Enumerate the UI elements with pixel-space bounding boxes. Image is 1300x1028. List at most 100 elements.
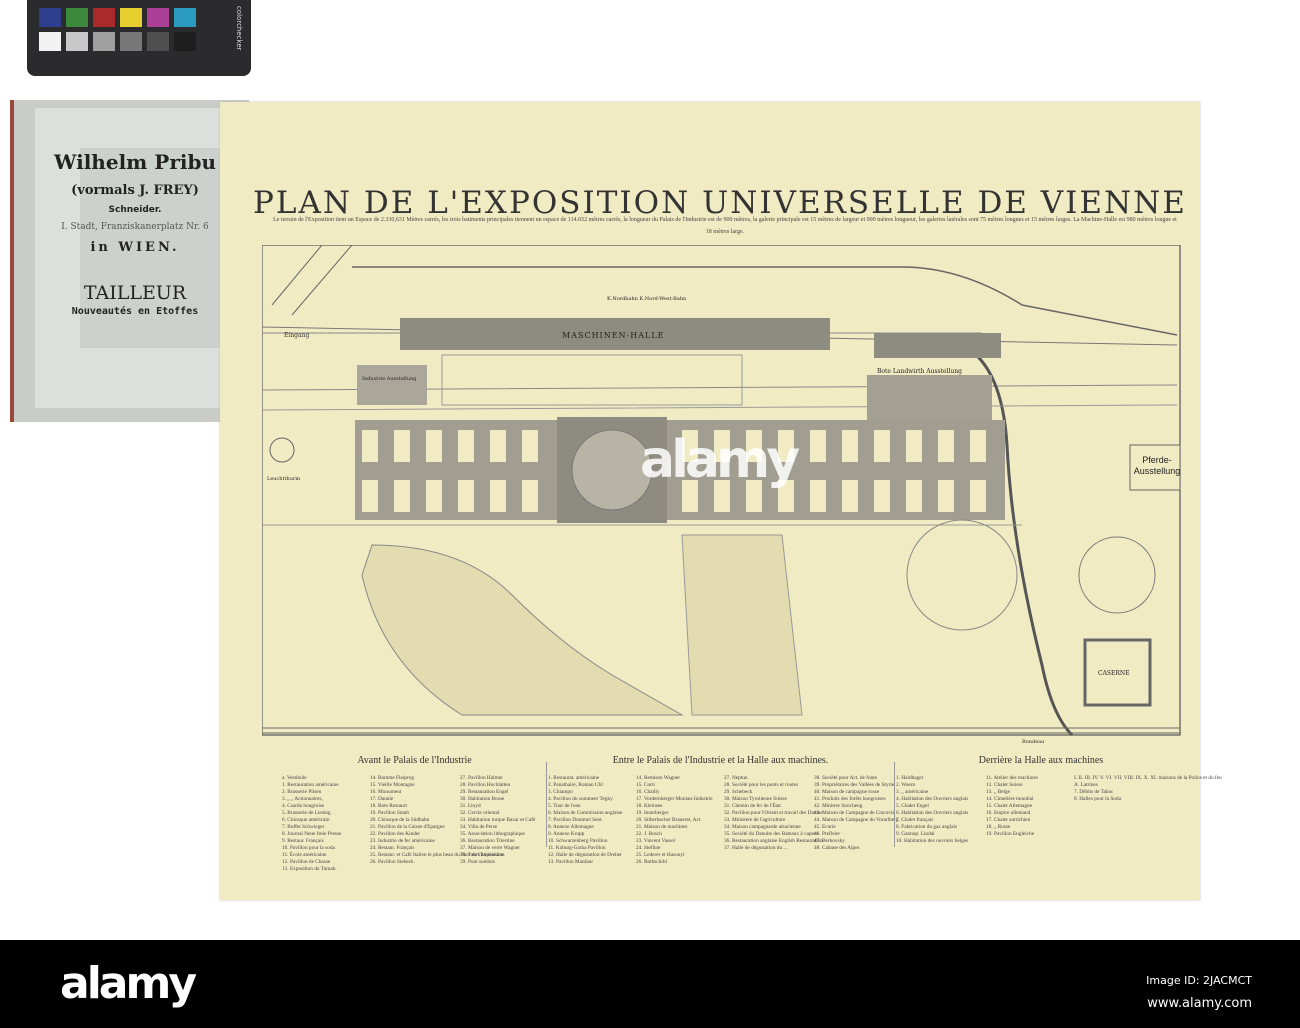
legend-divider [546,762,547,847]
legend-item: 9. Gannop. Lindal [896,831,935,837]
gallery-courtyard [458,430,474,462]
legend-item: 40. Maison de campagne russe [814,789,880,795]
legend-item: 26. Pavillon Siebeck. [370,859,416,865]
gallery-courtyard [906,480,922,512]
legend-item: 18. Bote Restaurt [370,803,407,809]
legend-item: 14. Cimetière mondial [986,796,1034,802]
legend-item: 9. Annexe Krupp [548,831,585,837]
legend-column: 14. Romme Fleiprog 15. Vieille Montagne 16… [370,775,505,866]
gallery-courtyard [458,480,474,512]
legend-item: 20. Chiosque de la Südbahn [370,817,430,823]
legend-item: 48. Cabane des Alpes [814,845,860,851]
label-industry-exhibition: Industrie Ausstellung [362,376,417,382]
legend-item: 29. Restauration Engel [460,789,509,795]
legend-item: 16. Empire allemand [986,810,1031,816]
book-trade: Schneider. [108,205,162,215]
industry-exhibition-hall [357,365,427,405]
legend-item: 5. Brasserie de Liesing [282,810,331,816]
legend-item: 15. Vieille Montagne [370,782,415,788]
legend-item: 10. Pavillon pour la soda [282,845,335,851]
legend-item: 10. Schwarzenberg Pavillon [548,838,608,844]
legend-item: 3. Chiampo [548,789,573,795]
legend-item: 37. Maison de verre Wagner [460,845,520,851]
gallery-courtyard [362,430,378,462]
legend-item: 9. Restaur. Français [282,838,324,844]
legend-item: 38. Tours américaine [460,852,505,858]
legend-item: 19. Innerberger [636,810,669,816]
legend-item: 21. Maison de machines [636,824,688,830]
gallery-courtyard [874,430,890,462]
legend-item: 25. Lederer et Hasonyi [636,852,685,858]
book-title: TAILLEUR [83,282,187,304]
legend-column: 1. Haidbager 2. Woern 3. „ américaine 4. Ha… [896,775,986,845]
exposition-plan: Eingang MASCHINEN-HALLE Bote Landwirth A… [262,245,1181,745]
legend-item: 11. Koburg-Gotha Pavillon [548,845,606,851]
legend-item: 7. Pavillon Dommel Sent. [548,817,603,823]
lighthouse-plot [269,437,295,463]
site-url: www.alamy.com [1147,996,1252,1011]
label-agriculture: Bote Landwirth Ausstellung [877,368,962,375]
legend-item: 1. Restauration américaine [282,782,339,788]
gallery-courtyard [394,430,410,462]
legend-divider [894,762,895,847]
gallery-courtyard [810,480,826,512]
legend-item: a. Vestibule [282,775,307,781]
color-swatch [174,32,196,51]
legend-item: 33. Ministère de l'agriculture [724,817,786,823]
legend-item: 17. Daunie [370,796,394,802]
color-swatch [93,8,115,27]
book-name: Wilhelm Pribu [54,150,216,174]
legend-column: I. II. III. IV. V. VI. VII. VIII. IX. X.… [1074,775,1222,803]
legend-item: 5. Tour de l'eau [548,803,581,809]
color-swatch [120,8,142,27]
legend-column: 1. Restaurat. américaine 2. Panathaire, R… [548,775,636,866]
legend-item: 33. Habitation turque Bazar et Café [460,817,536,823]
book-subtitle: Nouveautés en Etoffes [71,306,199,317]
legend-item: 34. Maison campagnarde alsacienne [724,824,801,830]
legend-item: 36. Restauration anglaise English Restau… [724,838,824,844]
legend-item: 23. Industrie de fer américaine [370,838,435,844]
color-swatch [147,32,169,51]
label-machine-hall: MASCHINEN-HALLE [562,331,664,340]
legend-item: 47. Berkovsky [814,838,845,844]
label-lighthouse: Leuchtthurm [267,476,300,482]
south-park [361,544,684,716]
gallery-courtyard [362,480,378,512]
legend-item: 4. Csarda hongroise [282,803,325,809]
legend-item: 37. Halle de dégustation du ... [724,845,788,851]
legend-item: 3. „ „ Actionnaires, [282,796,323,802]
legend-item: 45. Ecurie [814,824,836,830]
legend-item: 29. Schebeck [724,789,753,795]
gallery-courtyard [426,480,442,512]
legend-item: 22. Pavillon des Kinder [370,831,421,837]
legend-item: 3. „ américaine [896,789,929,795]
railway-line-nw [271,245,353,316]
legend-item: 16. Chailly [636,789,660,795]
legend-item: 2. Brasserie Pilsen [282,789,322,795]
legend-item: 2. Panathaire, Roman Uhl [548,782,603,788]
gallery-courtyard [810,430,826,462]
color-swatch [66,8,88,27]
legend-heading: Entre le Palais de l'Industrie et la Hal… [612,755,829,766]
legend-item: 8. Annexe Allemagne [548,824,594,830]
legend-item: 34. Villa de Perse [460,824,498,830]
color-swatch [174,8,196,27]
color-swatch [120,32,142,51]
legend-item: 27. Neptun [724,775,748,781]
legend-item: 6. Chiosque américain [282,817,330,823]
book-formerly: (vormals J. FREY) [71,183,199,198]
gallery-courtyard [426,430,442,462]
legend-item: 7. Chalet français [896,817,934,823]
legend-item: 42. Ministre Stoicheng [814,803,863,809]
watermark-band: alamy Image ID: 2JACMCT www.alamy.com [0,940,1300,1028]
label-horse-show: Pferde-Ausstellung [1133,455,1181,476]
legend-item: 11. École américaine [282,852,327,858]
legend-column: a. Vestibule 1. Restauration américaine 2.… [282,775,370,873]
legend-item: 24. Restaur. Français [370,845,415,851]
gallery-courtyard [970,480,986,512]
legend-item: 23. Vincent Vassel [636,838,676,844]
color-checker-card: colorchecker [27,0,251,76]
rondeau-circle [1078,536,1156,614]
label-nordbahn: K.Nordbahn K.Nord-West-Bahn [607,296,687,302]
legend-item: 8. Journal Neue freie Presse [282,831,342,837]
